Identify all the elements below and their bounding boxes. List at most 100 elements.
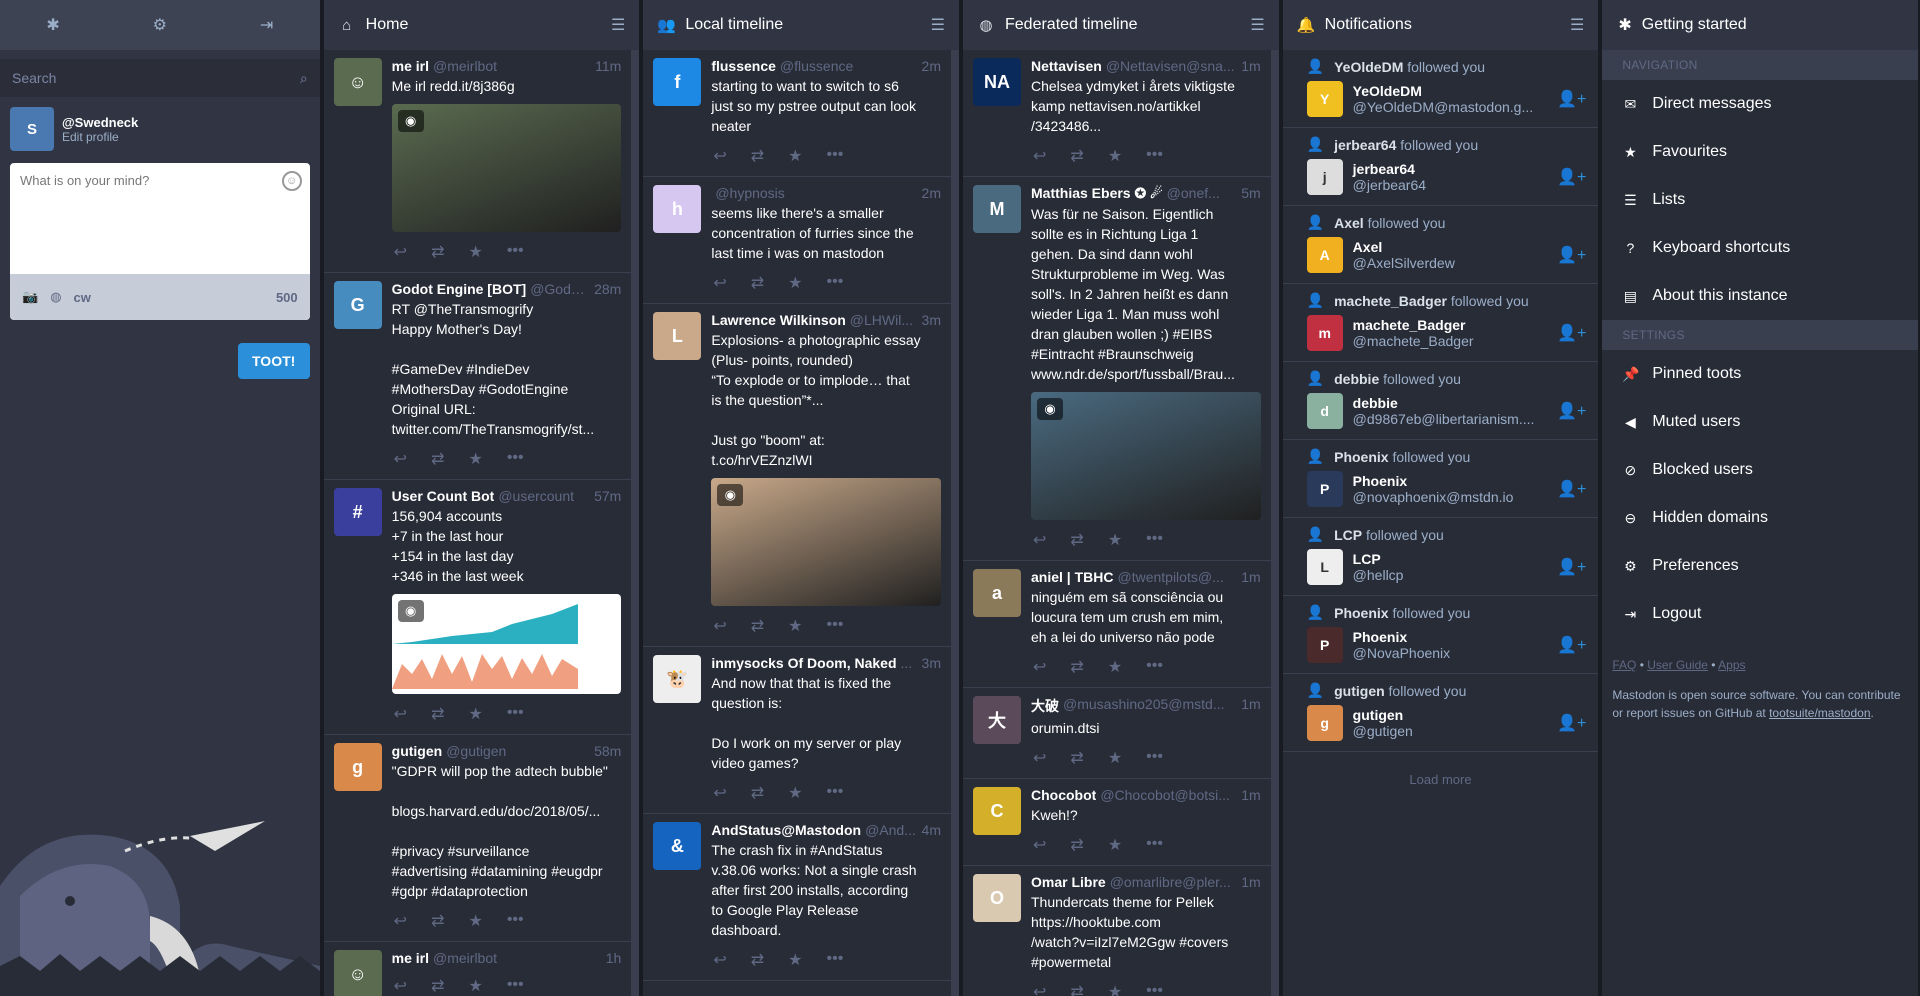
reply-icon[interactable]: ↩ <box>1033 748 1046 768</box>
reply-icon[interactable]: ↩ <box>394 704 407 724</box>
reply-icon[interactable]: ↩ <box>1033 146 1046 166</box>
favourite-icon[interactable]: ★ <box>1108 146 1122 166</box>
avatar[interactable]: f <box>653 58 702 106</box>
account[interactable]: g gutigen @gutigen 👤+ <box>1306 705 1586 741</box>
boost-icon[interactable]: ⇄ <box>1070 748 1083 768</box>
avatar[interactable]: G <box>333 281 382 329</box>
timestamp[interactable]: 4m <box>922 822 941 838</box>
favourite-icon[interactable]: ★ <box>1108 657 1122 677</box>
boost-icon[interactable]: ⇄ <box>431 976 444 996</box>
follower-name[interactable]: Axel <box>1334 215 1364 231</box>
follower-name[interactable]: jerbear64 <box>1334 137 1396 153</box>
status[interactable]: & AndStatus@Mastodon @And... 4m The crash fi… <box>643 814 951 981</box>
media-attachment[interactable]: ◉ <box>391 104 622 232</box>
toot-button[interactable]: TOOT! <box>237 343 310 379</box>
account[interactable]: L LCP @hellcp 👤+ <box>1306 549 1586 585</box>
display-name[interactable]: Nettavisen <box>1031 58 1102 74</box>
display-name[interactable]: User Count Bot <box>392 488 495 504</box>
reply-icon[interactable]: ↩ <box>1033 982 1046 996</box>
account[interactable]: d debbie @d9867eb@libertarianism.... 👤+ <box>1306 393 1586 429</box>
display-name[interactable]: Godot Engine [BOT] <box>392 281 527 297</box>
more-icon[interactable]: ••• <box>507 704 524 724</box>
nav-item[interactable]: ? Keyboard shortcuts <box>1602 224 1919 272</box>
nav-item[interactable]: ▤ About this instance <box>1602 272 1919 320</box>
timestamp[interactable]: 1m <box>1241 787 1260 803</box>
settings-item[interactable]: ⊘ Blocked users <box>1602 446 1919 494</box>
compose-textarea[interactable]: What is on your mind? <box>10 163 310 273</box>
faq-link[interactable]: FAQ <box>1612 658 1636 672</box>
timestamp[interactable]: 1m <box>1241 58 1260 74</box>
status[interactable]: L Lawrence Wilkinson @LHWil... 3m Explosions… <box>643 304 951 647</box>
status[interactable]: f flussence @flussence 2m starting to want t… <box>643 50 951 177</box>
timestamp[interactable]: 11m <box>595 58 621 74</box>
column-settings-icon[interactable]: ☰ <box>1250 15 1264 35</box>
emoji-picker-icon[interactable]: ☺ <box>281 171 302 191</box>
boost-icon[interactable]: ⇄ <box>1070 835 1083 855</box>
status[interactable]: a aniel | TBHC @twentpilots@... 1m ninguém e… <box>963 561 1271 688</box>
account[interactable]: A Axel @AxelSilverdew 👤+ <box>1306 237 1586 273</box>
status[interactable]: 🐮 inmysocks Of Doom, Naked... 3m And now th… <box>643 647 951 814</box>
nav-item[interactable]: ✉ Direct messages <box>1602 80 1919 128</box>
display-name[interactable]: Omar Libre <box>1031 874 1106 890</box>
timestamp[interactable]: 58m <box>594 743 621 759</box>
reply-icon[interactable]: ↩ <box>1033 835 1046 855</box>
avatar[interactable]: a <box>973 569 1021 617</box>
follower-name[interactable]: Phoenix <box>1334 605 1388 621</box>
display-name[interactable]: flussence <box>711 58 776 74</box>
avatar[interactable]: g <box>333 743 382 791</box>
notifications-column-header[interactable]: 🔔 Notifications ☰ <box>1282 0 1599 50</box>
avatar[interactable]: j <box>1306 159 1343 195</box>
favourite-icon[interactable]: ★ <box>1108 748 1122 768</box>
timestamp[interactable]: 3m <box>922 312 941 328</box>
reply-icon[interactable]: ↩ <box>713 783 726 803</box>
display-name[interactable]: inmysocks Of Doom, Naked <box>711 655 896 671</box>
favourite-icon[interactable]: ★ <box>788 950 802 970</box>
follow-back-icon[interactable]: 👤+ <box>1557 635 1586 655</box>
repo-link[interactable]: tootsuite/mastodon <box>1769 706 1870 720</box>
settings-item[interactable]: ⊖ Hidden domains <box>1602 494 1919 542</box>
display-name[interactable]: aniel | TBHC <box>1031 569 1113 585</box>
account[interactable]: j jerbear64 @jerbear64 👤+ <box>1306 159 1586 195</box>
display-name[interactable]: me irl <box>392 950 429 966</box>
timestamp[interactable]: 2m <box>922 58 941 74</box>
column-settings-icon[interactable]: ☰ <box>1570 15 1584 35</box>
follower-name[interactable]: gutigen <box>1334 683 1385 699</box>
more-icon[interactable]: ••• <box>507 242 524 262</box>
avatar[interactable]: & <box>653 822 702 870</box>
more-icon[interactable]: ••• <box>1146 146 1163 166</box>
follower-name[interactable]: machete_Badger <box>1334 293 1447 309</box>
account-name[interactable]: YeOldeDM <box>1353 83 1547 99</box>
boost-icon[interactable]: ⇄ <box>751 273 764 293</box>
column-settings-icon[interactable]: ☰ <box>931 15 945 35</box>
column-settings-icon[interactable]: ☰ <box>611 15 625 35</box>
media-attachment[interactable]: ◉ <box>391 594 622 694</box>
more-icon[interactable]: ••• <box>826 616 843 636</box>
status[interactable]: M Matthias Ebers ✪ ☄ @onef... 5m Was für ne … <box>963 177 1271 561</box>
settings-item[interactable]: ◀ Muted users <box>1602 398 1919 446</box>
favourite-icon[interactable]: ★ <box>788 783 802 803</box>
avatar[interactable]: d <box>1306 393 1343 429</box>
eye-icon[interactable]: ◉ <box>397 110 424 132</box>
avatar[interactable]: # <box>333 488 382 536</box>
avatar[interactable]: NA <box>973 58 1021 106</box>
reply-icon[interactable]: ↩ <box>713 616 726 636</box>
more-icon[interactable]: ••• <box>826 146 843 166</box>
reply-icon[interactable]: ↩ <box>394 976 407 996</box>
account[interactable]: m machete_Badger @machete_Badger 👤+ <box>1306 315 1586 351</box>
follow-back-icon[interactable]: 👤+ <box>1557 167 1586 187</box>
follower-name[interactable]: Phoenix <box>1334 449 1388 465</box>
timestamp[interactable]: 3m <box>922 655 941 671</box>
favourite-icon[interactable]: ★ <box>468 242 482 262</box>
account-name[interactable]: debbie <box>1353 395 1547 411</box>
timestamp[interactable]: 2m <box>922 185 941 201</box>
avatar[interactable]: C <box>973 787 1021 835</box>
account[interactable]: P Phoenix @NovaPhoenix 👤+ <box>1306 627 1586 663</box>
reply-icon[interactable]: ↩ <box>394 242 407 262</box>
display-name[interactable]: 大破 <box>1031 696 1059 716</box>
account-name[interactable]: Phoenix <box>1353 629 1547 645</box>
settings-gear-icon[interactable]: ⚙ <box>153 15 167 35</box>
status[interactable]: # User Count Bot @usercount 57m 156,904 acco… <box>323 480 632 735</box>
settings-item[interactable]: 📌 Pinned toots <box>1602 350 1919 398</box>
timestamp[interactable]: 1m <box>1241 569 1260 585</box>
avatar[interactable]: ☺ <box>333 58 382 106</box>
